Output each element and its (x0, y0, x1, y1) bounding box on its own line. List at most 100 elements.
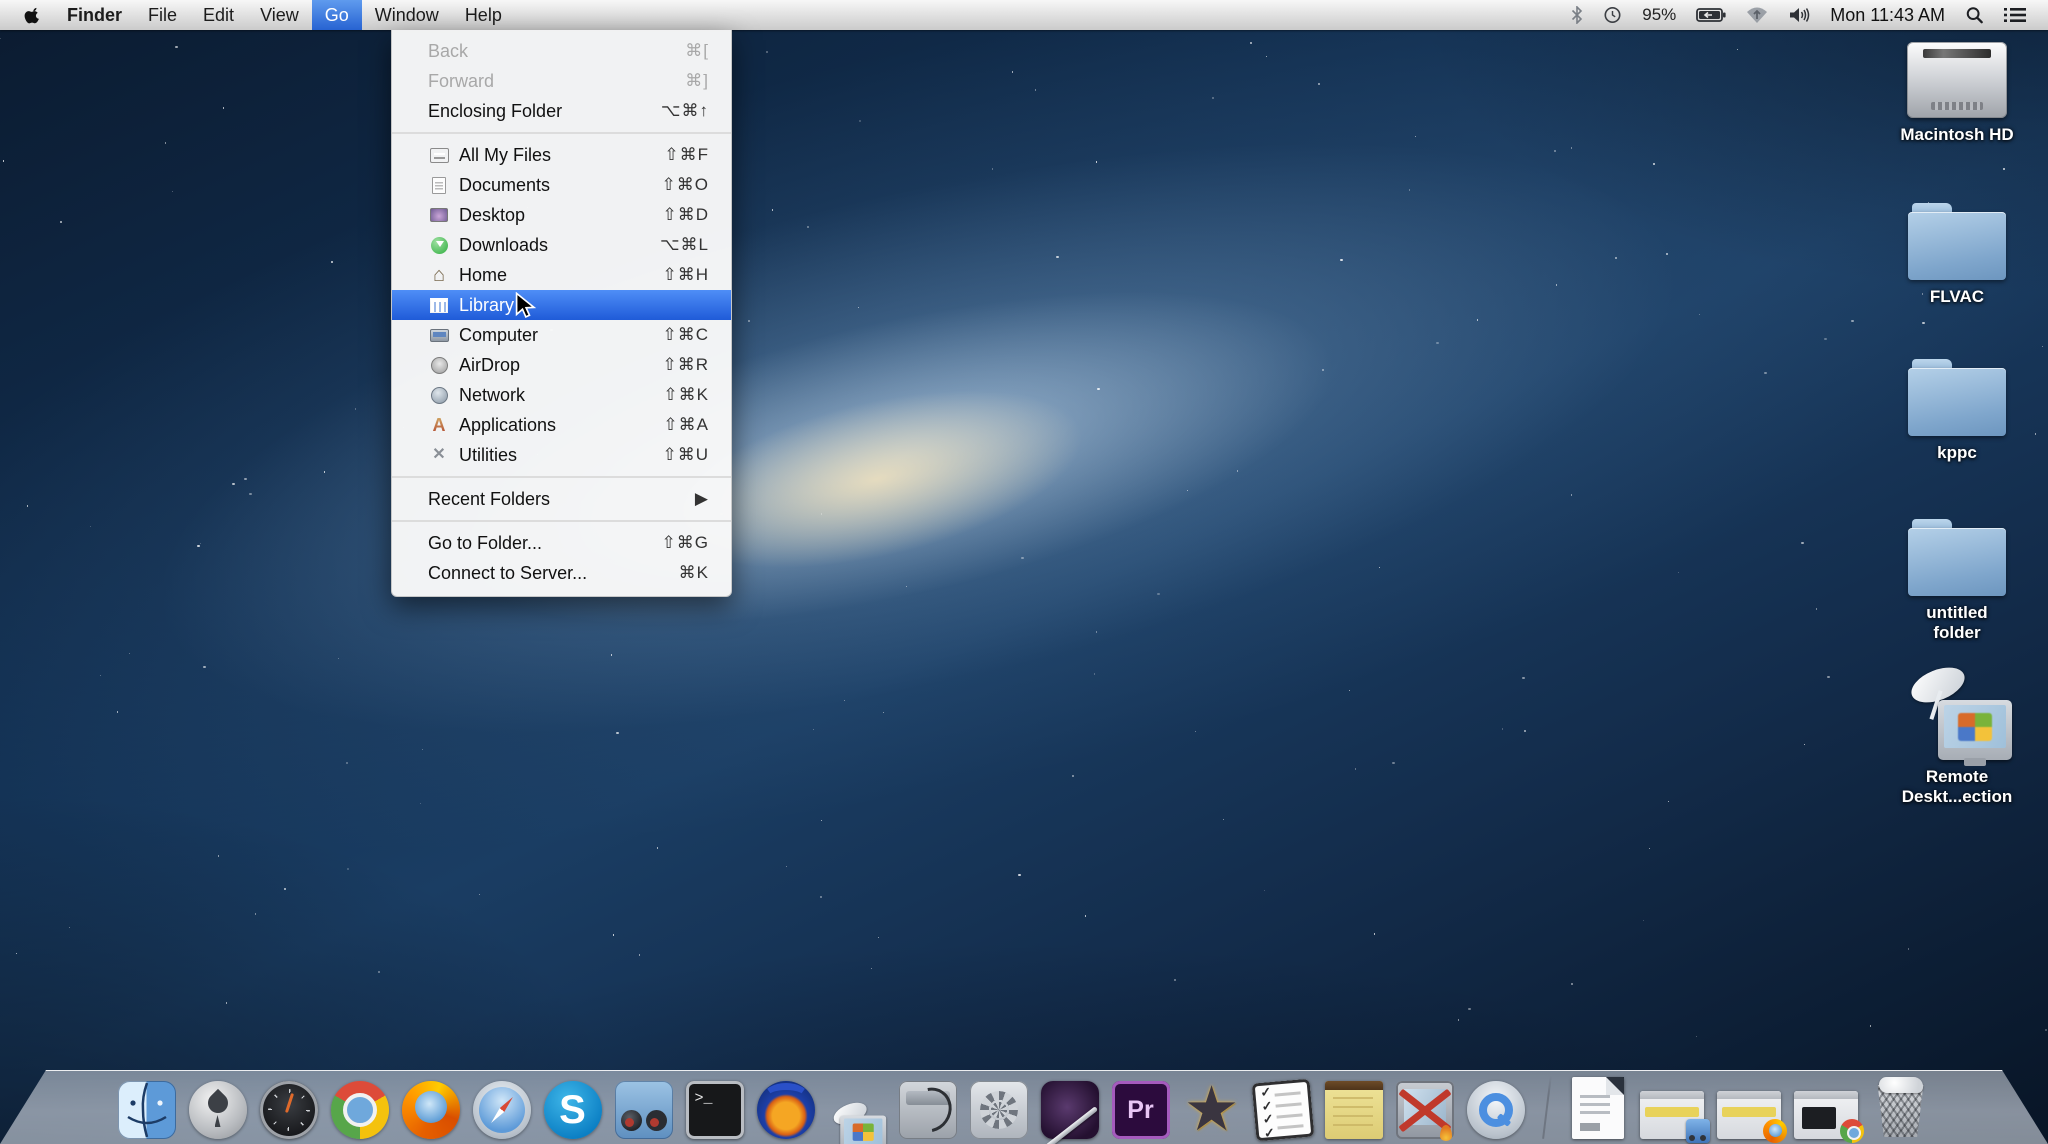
apple-menu[interactable] (20, 0, 54, 30)
volume-icon[interactable] (1788, 6, 1810, 24)
dock-stickies-icon[interactable] (1325, 1081, 1383, 1139)
menu-item-shortcut: ⇧⌘F (664, 145, 709, 165)
dock-trash-icon[interactable] (1871, 1075, 1931, 1139)
dock-firefox-icon[interactable] (402, 1081, 460, 1139)
menu-item-shortcut: ⇧⌘C (662, 325, 709, 345)
terminal-prompt-glyph: >_ (695, 1090, 713, 1107)
menu-item-label: Go to Folder... (428, 533, 662, 554)
go-menu-dropdown: Back ⌘[ Forward ⌘] Enclosing Folder ⌥⌘↑ … (391, 30, 732, 597)
menu-window[interactable]: Window (362, 0, 452, 30)
airport-icon[interactable] (1746, 6, 1768, 24)
menu-item-label: All My Files (459, 145, 664, 166)
menu-item-label: Recent Folders (428, 489, 695, 510)
go-menu-item-airdrop[interactable]: AirDrop ⇧⌘R (392, 350, 731, 380)
desktop-icon-untitled-folder[interactable]: untitled folder (1881, 518, 2033, 644)
binoculars-icon (621, 1105, 667, 1131)
time-machine-clock-icon[interactable] (1603, 6, 1622, 24)
go-menu-item-utilities[interactable]: ✕ Utilities ⇧⌘U (392, 440, 731, 470)
dock-minimized-window-firefox[interactable] (1717, 1091, 1781, 1139)
dock-document-file[interactable] (1572, 1077, 1624, 1139)
go-menu-item-network[interactable]: Network ⇧⌘K (392, 380, 731, 410)
library-icon (428, 295, 450, 315)
star (197, 545, 199, 547)
menu-item-shortcut: ⌥⌘L (660, 235, 709, 255)
dock-premiere-pro-icon[interactable]: Pr (1112, 1081, 1170, 1139)
star (1643, 920, 1644, 921)
network-icon (428, 385, 450, 405)
dock-pages-inkwell-icon[interactable] (1041, 1081, 1099, 1139)
go-menu-item-go-to-folder[interactable]: Go to Folder... ⇧⌘G (392, 528, 731, 558)
star (1266, 56, 1267, 57)
star (1571, 147, 1573, 149)
menu-bar-clock[interactable]: Mon 11:43 AM (1830, 5, 1945, 26)
go-menu-item-desktop[interactable]: Desktop ⇧⌘D (392, 200, 731, 230)
dock-chrome-icon[interactable] (331, 1081, 389, 1139)
dock-row: S >_ Pr ★ ✓✓✓✓ (0, 1075, 2048, 1139)
menu-finder[interactable]: Finder (54, 0, 135, 30)
dock-launchpad-icon[interactable] (189, 1081, 247, 1139)
menu-item-shortcut: ⇧⌘U (662, 445, 709, 465)
star-glyph: ★ (1184, 1079, 1240, 1141)
star (1392, 762, 1394, 764)
dock-apple-remote-desktop-icon[interactable] (615, 1081, 673, 1139)
spotlight-icon[interactable] (1965, 6, 1984, 24)
notification-list-icon[interactable] (2004, 6, 2026, 24)
star (1035, 89, 1037, 91)
go-menu-item-applications[interactable]: A Applications ⇧⌘A (392, 410, 731, 440)
hard-drive-icon (1907, 42, 2007, 118)
dock-skype-icon[interactable]: S (544, 1081, 602, 1139)
menu-item-label: Home (459, 265, 662, 286)
menu-item-label: Connect to Server... (428, 563, 679, 584)
go-menu-item-documents[interactable]: Documents ⇧⌘O (392, 170, 731, 200)
bluetooth-icon[interactable] (1571, 6, 1583, 24)
star (1096, 161, 1098, 163)
dock-dashboard-icon[interactable] (260, 1081, 318, 1139)
dock-minimized-window-chrome[interactable] (1794, 1091, 1858, 1139)
star (0, 38, 1, 39)
go-menu-item-library[interactable]: Library (392, 290, 731, 320)
menu-help[interactable]: Help (452, 0, 515, 30)
star (355, 408, 356, 409)
desktop-icon-kppc[interactable]: kppc (1881, 358, 2033, 463)
star (613, 934, 615, 936)
desktop-icon-label: Macintosh HD (1900, 125, 2013, 145)
dock-terminal-icon[interactable]: >_ (686, 1081, 744, 1139)
desktop-icon-remote-desktop-connection[interactable]: Remote Deskt...ection (1881, 668, 2033, 808)
desktop-icon-macintosh-hd[interactable]: Macintosh HD (1881, 42, 2033, 145)
go-menu-item-enclosing-folder[interactable]: Enclosing Folder ⌥⌘↑ (392, 96, 731, 126)
go-menu-item-all-my-files[interactable]: All My Files ⇧⌘F (392, 140, 731, 170)
dock-audio-headphones-icon[interactable] (757, 1081, 815, 1139)
dock-remote-desktop-connection-icon[interactable] (839, 1103, 875, 1139)
menu-item-label: Downloads (459, 235, 660, 256)
dock-quicktime-icon[interactable] (1467, 1081, 1525, 1139)
dock-system-preferences-icon[interactable] (970, 1081, 1028, 1139)
go-menu-item-home[interactable]: ⌂ Home ⇧⌘H (392, 260, 731, 290)
star (226, 1002, 228, 1004)
menu-go[interactable]: Go (312, 0, 362, 30)
menu-file[interactable]: File (135, 0, 190, 30)
dock-star-app-icon[interactable]: ★ (1183, 1081, 1241, 1139)
menu-edit[interactable]: Edit (190, 0, 247, 30)
menu-view[interactable]: View (247, 0, 312, 30)
go-menu-item-downloads[interactable]: Downloads ⌥⌘L (392, 230, 731, 260)
menu-separator (392, 132, 731, 134)
desktop-icon-flvac[interactable]: FLVAC (1881, 202, 2033, 307)
battery-icon[interactable] (1696, 6, 1726, 24)
dock-finder-icon[interactable] (118, 1081, 176, 1139)
dock-disabled-screen-app-icon[interactable] (1396, 1081, 1454, 1139)
star (992, 168, 994, 170)
go-menu-item-recent-folders[interactable]: Recent Folders ▶ (392, 484, 731, 514)
computer-icon (428, 325, 450, 345)
dock-disk-repair-icon[interactable] (899, 1081, 957, 1139)
dock-safari-icon[interactable] (473, 1081, 531, 1139)
go-menu-item-connect-to-server[interactable]: Connect to Server... ⌘K (392, 558, 731, 588)
star (1556, 284, 1557, 285)
dock-checklist-app-icon[interactable]: ✓✓✓✓ (1251, 1079, 1314, 1142)
star (324, 471, 325, 472)
star (1870, 1025, 1872, 1027)
dock-minimized-window-truck[interactable] (1640, 1091, 1704, 1139)
gear-icon (980, 1091, 1018, 1129)
folder-icon (1908, 528, 2006, 596)
go-menu-item-computer[interactable]: Computer ⇧⌘C (392, 320, 731, 350)
all-my-files-icon (428, 145, 450, 165)
